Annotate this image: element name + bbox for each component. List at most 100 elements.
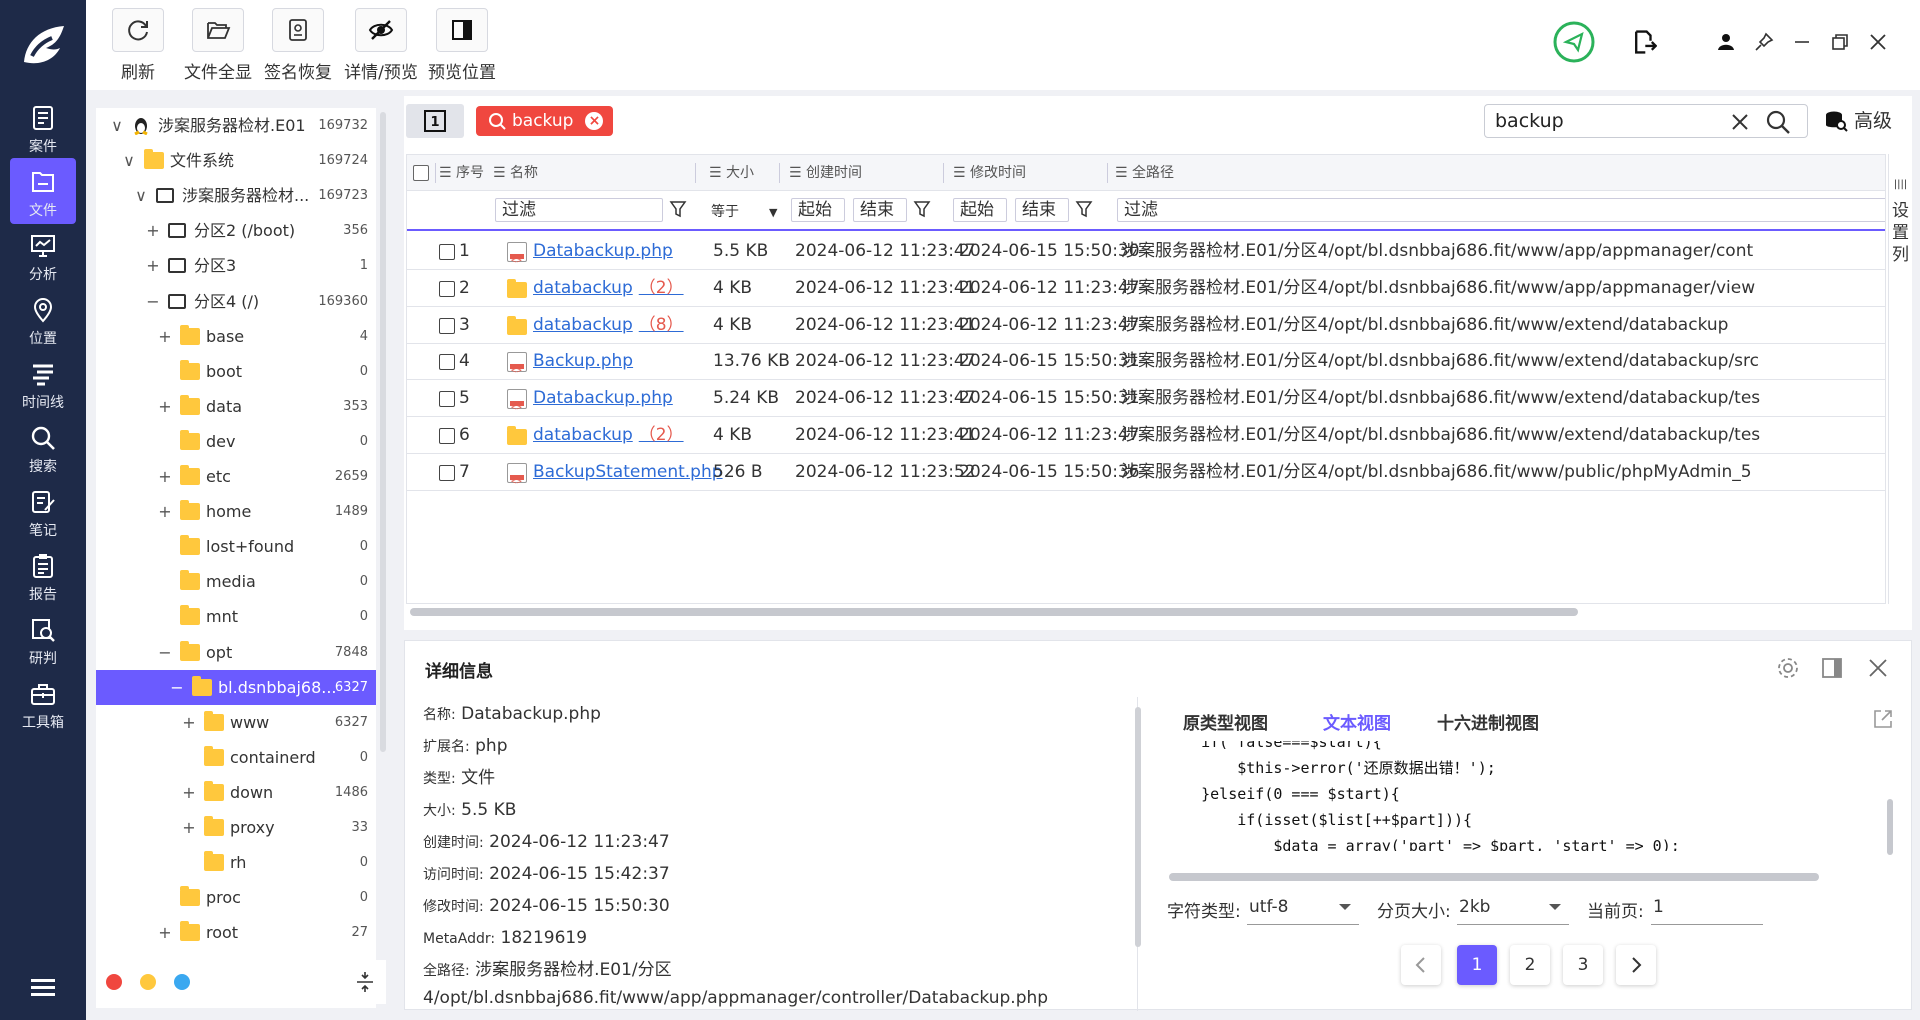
nav-item-file[interactable]: 文件 xyxy=(10,158,76,224)
table-row[interactable]: 2 databackup （2） 4 KB 2024-06-12 11:23:41 202… xyxy=(407,270,1885,307)
nav-item-note[interactable]: 笔记 xyxy=(10,478,76,544)
expand-toggle[interactable]: + xyxy=(158,494,172,529)
nav-item-case[interactable]: 案件 xyxy=(10,94,76,160)
status-ok-button[interactable] xyxy=(1552,20,1596,64)
detail-preview-button[interactable]: 详情/预览 xyxy=(336,8,426,88)
advanced-search-button[interactable]: 高级 xyxy=(1824,104,1892,138)
set-columns-button[interactable]: |||| 设置列 xyxy=(1888,154,1912,604)
red-dot[interactable] xyxy=(106,974,122,990)
table-row[interactable]: 7 BackupStatement.php526 B 2024-06-12 11:2… xyxy=(407,454,1885,500)
row-checkbox[interactable] xyxy=(439,244,455,260)
file-name-link[interactable]: Databackup.php xyxy=(533,380,679,416)
pin-button[interactable] xyxy=(1748,24,1780,60)
preview-position-button[interactable]: 预览位置 xyxy=(422,8,502,88)
expand-toggle[interactable]: ∨ xyxy=(122,143,136,178)
expand-toggle[interactable]: + xyxy=(182,810,196,845)
user-button[interactable] xyxy=(1710,24,1742,60)
col-index[interactable]: ☰ 序号 xyxy=(439,155,484,191)
prev-page-button[interactable] xyxy=(1401,945,1441,985)
col-path[interactable]: ☰ 全路径 xyxy=(1115,155,1174,191)
close-window-button[interactable] xyxy=(1862,24,1894,60)
tab-number[interactable]: 1 xyxy=(406,104,464,138)
expand-toggle[interactable]: + xyxy=(158,389,172,424)
expand-toggle[interactable]: + xyxy=(182,775,196,810)
row-checkbox[interactable] xyxy=(439,428,455,444)
modified-start-filter[interactable]: 起始 xyxy=(953,198,1007,222)
table-row[interactable]: 4 Backup.php 13.76 KB2024-06-12 11:23:4720… xyxy=(407,343,1885,389)
col-modified[interactable]: ☰ 修改时间 xyxy=(953,155,1026,191)
code-hscrollbar[interactable] xyxy=(1169,873,1819,881)
created-end-filter[interactable]: 结束 xyxy=(853,198,907,222)
expand-toggle[interactable]: + xyxy=(158,915,172,950)
tree-item[interactable]: ∨ 文件系统 169724 xyxy=(96,143,376,178)
expand-toggle[interactable]: + xyxy=(182,705,196,740)
tree-item[interactable]: + down 1486 xyxy=(96,775,376,810)
next-page-button[interactable] xyxy=(1616,945,1656,985)
expand-toggle[interactable]: + xyxy=(146,248,160,283)
tree-item[interactable]: mnt 0 xyxy=(96,599,376,634)
row-checkbox[interactable] xyxy=(439,391,455,408)
pagesize-select[interactable]: 2kb xyxy=(1457,889,1569,925)
minimize-button[interactable] xyxy=(1786,24,1818,60)
tree-item[interactable]: media 0 xyxy=(96,564,376,599)
file-name-link[interactable]: Backup.php xyxy=(533,343,639,379)
search-tag[interactable]: backup × xyxy=(476,106,614,136)
expand-toggle[interactable]: − xyxy=(158,635,172,670)
panel-toggle-icon[interactable] xyxy=(1819,655,1845,681)
blue-dot[interactable] xyxy=(174,974,190,990)
file-name-link[interactable]: BackupStatement.php xyxy=(533,454,729,490)
tab-view-0[interactable]: 原类型视图 xyxy=(1183,709,1268,734)
close-icon[interactable] xyxy=(1865,655,1891,681)
expand-toggle[interactable]: + xyxy=(158,459,172,494)
nav-item-report[interactable]: 报告 xyxy=(10,542,76,608)
tree-item[interactable]: boot 0 xyxy=(96,354,376,389)
modified-end-filter[interactable]: 结束 xyxy=(1015,198,1069,222)
tree-item[interactable]: + proxy 33 xyxy=(96,810,376,845)
expand-toggle[interactable]: + xyxy=(158,319,172,354)
search-input[interactable] xyxy=(1495,109,1715,133)
export-button[interactable] xyxy=(1628,24,1660,60)
charset-select[interactable]: utf-8 xyxy=(1247,889,1359,925)
table-row[interactable]: 1 Databackup.php 5.5 KB 2024-06-12 11:23:47… xyxy=(407,233,1885,279)
tree-item[interactable]: + 分区3 1 xyxy=(96,248,376,283)
select-all-checkbox[interactable] xyxy=(413,165,429,181)
row-checkbox[interactable] xyxy=(439,354,455,371)
signature-recover-button[interactable]: 签名恢复 xyxy=(258,8,338,88)
expand-toggle[interactable]: ∨ xyxy=(110,108,124,143)
filter-icon[interactable] xyxy=(913,200,931,218)
tree-item[interactable]: proc 0 xyxy=(96,880,376,915)
tree-item[interactable]: + 分区2 (/boot) 356 xyxy=(96,213,376,248)
tree-item[interactable]: + etc 2659 xyxy=(96,459,376,494)
tree-item[interactable]: − 分区4 (/) 169360 xyxy=(96,284,376,319)
nav-item-timeline[interactable]: 时间线 xyxy=(10,350,76,416)
tree-item[interactable]: + data 353 xyxy=(96,389,376,424)
tree-item[interactable]: + home 1489 xyxy=(96,494,376,529)
nav-item-search[interactable]: 搜索 xyxy=(10,414,76,480)
file-name-link[interactable]: databackup （2） xyxy=(533,270,684,306)
row-checkbox[interactable] xyxy=(439,464,455,481)
tag-remove-icon[interactable]: × xyxy=(585,112,604,130)
size-op-select[interactable]: 等于 ▼ xyxy=(711,201,777,221)
menu-icon[interactable] xyxy=(28,976,58,1000)
search-icon[interactable] xyxy=(1765,109,1791,135)
tab-view-1[interactable]: 文本视图 xyxy=(1323,709,1391,734)
tree-item[interactable]: rh 0 xyxy=(96,845,376,880)
col-created[interactable]: ☰ 创建时间 xyxy=(789,155,862,191)
nav-item-toolbox[interactable]: 工具箱 xyxy=(10,670,76,736)
show-all-button[interactable]: 文件全显 xyxy=(178,8,258,88)
tree-item[interactable]: + base 4 xyxy=(96,319,376,354)
expand-toggle[interactable]: + xyxy=(146,213,160,248)
name-filter[interactable]: 过滤 xyxy=(495,198,663,222)
nav-item-location[interactable]: 位置 xyxy=(10,286,76,352)
gear-icon[interactable] xyxy=(1775,655,1801,681)
filter-icon[interactable] xyxy=(1075,200,1093,218)
clear-icon[interactable] xyxy=(1729,111,1751,133)
row-checkbox[interactable] xyxy=(439,280,455,297)
filter-icon[interactable] xyxy=(669,200,687,218)
tree-item[interactable]: ∨ 涉案服务器检材... 169723 xyxy=(96,178,376,213)
code-vscrollbar[interactable] xyxy=(1887,799,1893,855)
expand-toggle[interactable]: ∨ xyxy=(134,178,148,213)
created-start-filter[interactable]: 起始 xyxy=(791,198,845,222)
props-scrollbar[interactable] xyxy=(1135,707,1141,947)
file-name-link[interactable]: databackup （2） xyxy=(533,417,684,453)
